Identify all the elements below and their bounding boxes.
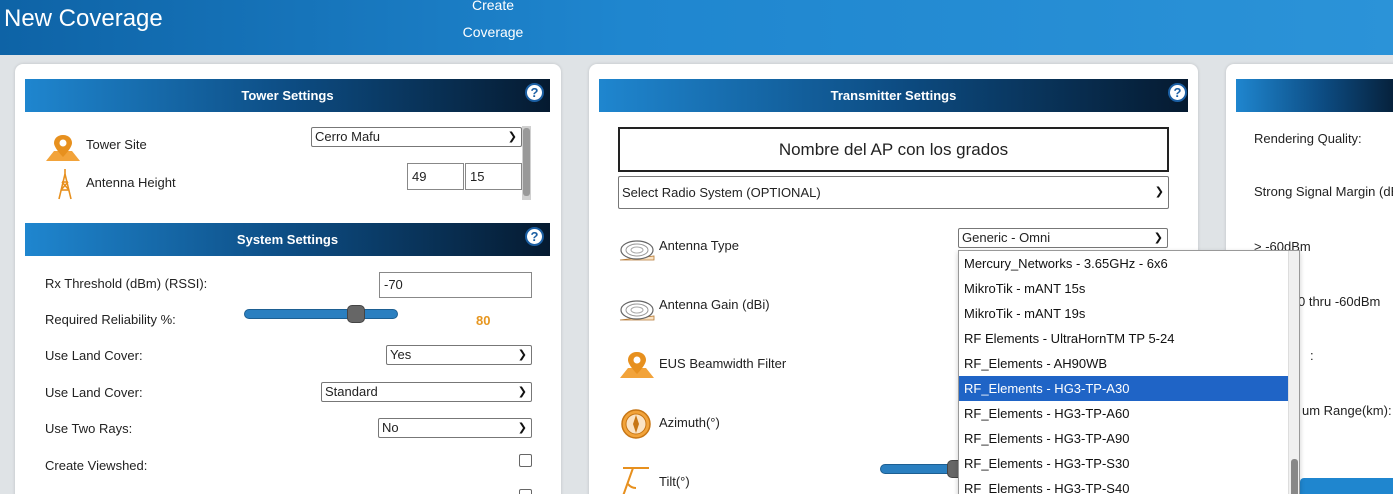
land-cover-value-1: Yes — [390, 347, 412, 362]
location-pin-icon — [620, 352, 654, 378]
two-rays-label: Use Two Rays: — [45, 421, 133, 436]
antenna-dish-icon — [619, 240, 655, 261]
land-cover-select-1[interactable]: Yes ❯ — [386, 345, 532, 365]
help-icon[interactable]: ? — [525, 83, 544, 102]
chevron-down-icon: ❯ — [517, 422, 527, 434]
radio-system-select[interactable]: Select Radio System (OPTIONAL) ❯ — [618, 176, 1169, 209]
antenna-type-value: Generic - Omni — [962, 230, 1051, 245]
antenna-type-select[interactable]: Generic - Omni ❯ — [958, 228, 1168, 248]
antenna-height-label: Antenna Height — [86, 175, 176, 190]
tower-settings-header: Tower Settings ? — [25, 79, 550, 112]
chevron-down-icon: ❯ — [517, 349, 527, 361]
dropdown-option-6[interactable]: RF_Elements - HG3-TP-A60 — [959, 401, 1299, 426]
antenna-height-input-1[interactable]: 49 — [407, 163, 464, 190]
chevron-down-icon: ❯ — [507, 131, 517, 143]
strong-signal-margin-label: Strong Signal Margin (dB — [1254, 184, 1393, 199]
reliability-slider-thumb[interactable] — [347, 305, 365, 323]
antenna-type-label: Antenna Type — [659, 238, 739, 253]
help-icon[interactable]: ? — [525, 227, 544, 246]
land-cover-label-2: Use Land Cover: — [45, 385, 143, 400]
extra-checkbox[interactable] — [519, 489, 532, 494]
tilt-angle-icon — [622, 467, 649, 494]
dropdown-option-2[interactable]: MikroTik - mANT 19s — [959, 301, 1299, 326]
dropdown-option-1[interactable]: MikroTik - mANT 15s — [959, 276, 1299, 301]
land-cover-select-2[interactable]: Standard ❯ — [321, 382, 532, 402]
signal-level-3-label: : — [1310, 348, 1314, 363]
dropdown-scroll-thumb[interactable] — [1291, 459, 1298, 494]
two-rays-select[interactable]: No ❯ — [378, 418, 532, 438]
help-icon[interactable]: ? — [1168, 83, 1187, 102]
antenna-dish-icon — [619, 300, 655, 321]
transmitter-settings-header: Transmitter Settings ? — [599, 79, 1188, 112]
tower-settings-scrollbar[interactable] — [522, 126, 531, 200]
rendering-quality-label: Rendering Quality: — [1254, 131, 1362, 146]
two-rays-value: No — [382, 420, 399, 435]
render-settings-header — [1236, 79, 1393, 112]
land-cover-value-2: Standard — [325, 384, 378, 399]
antenna-height-input-2[interactable]: 15 — [465, 163, 522, 190]
tower-site-label: Tower Site — [86, 137, 147, 152]
dropdown-option-3[interactable]: RF Elements - UltraHornTM TP 5-24 — [959, 326, 1299, 351]
dropdown-option-4[interactable]: RF_Elements - AH90WB — [959, 351, 1299, 376]
chevron-down-icon: ❯ — [1154, 186, 1164, 198]
land-cover-label-1: Use Land Cover: — [45, 348, 143, 363]
maximum-range-label: um Range(km): — [1302, 403, 1392, 418]
beamwidth-label: EUS Beamwidth Filter — [659, 356, 787, 371]
tower-site-value: Cerro Mafu — [315, 129, 381, 144]
antenna-tower-icon — [58, 169, 72, 200]
tower-settings-title: Tower Settings — [241, 88, 334, 103]
system-settings-title: System Settings — [236, 232, 339, 247]
action-button-partial[interactable] — [1300, 478, 1393, 494]
viewshed-checkbox[interactable] — [519, 454, 532, 467]
compass-icon — [621, 409, 651, 439]
signal-level-2-label: 0 thru -60dBm — [1298, 294, 1381, 309]
dropdown-option-5[interactable]: RF_Elements - HG3-TP-A30 — [959, 376, 1299, 401]
viewshed-label: Create Viewshed: — [45, 458, 148, 473]
system-settings-header: System Settings ? — [25, 223, 550, 256]
dropdown-option-8[interactable]: RF_Elements - HG3-TP-S30 — [959, 451, 1299, 476]
top-header: New Coverage Create Coverage — [0, 0, 1393, 55]
tower-site-select[interactable]: Cerro Mafu ❯ — [311, 127, 522, 147]
rx-threshold-input[interactable]: -70 — [379, 272, 532, 298]
reliability-label: Required Reliability %: — [45, 312, 176, 327]
page-title: New Coverage — [4, 5, 163, 32]
chevron-down-icon: ❯ — [517, 386, 527, 398]
antenna-gain-label: Antenna Gain (dBi) — [659, 297, 770, 312]
reliability-slider[interactable] — [244, 309, 398, 319]
rx-threshold-label: Rx Threshold (dBm) (RSSI): — [45, 276, 208, 291]
location-pin-icon — [46, 135, 80, 161]
scroll-thumb[interactable] — [523, 128, 530, 196]
tilt-label: Tilt(°) — [659, 474, 690, 489]
settings-panel-left: Tower Settings ? Tower Site Cerro Mafu ❯… — [15, 64, 561, 494]
dropdown-option-9[interactable]: RF_Elements - HG3-TP-S40 — [959, 476, 1299, 494]
dropdown-option-7[interactable]: RF_Elements - HG3-TP-A90 — [959, 426, 1299, 451]
radio-system-value: Select Radio System (OPTIONAL) — [622, 185, 821, 200]
create-coverage-button[interactable]: Create Coverage — [456, 0, 530, 46]
reliability-value: 80 — [476, 313, 491, 328]
dropdown-option-0[interactable]: Mercury_Networks - 3.65GHz - 6x6 — [959, 251, 1299, 276]
antenna-type-dropdown[interactable]: Mercury_Networks - 3.65GHz - 6x6 MikroTi… — [958, 250, 1300, 494]
transmitter-settings-title: Transmitter Settings — [830, 88, 957, 103]
chevron-down-icon: ❯ — [1153, 232, 1163, 244]
dropdown-scrollbar[interactable] — [1288, 251, 1299, 494]
azimuth-label: Azimuth(°) — [659, 415, 720, 430]
ap-name-field[interactable]: Nombre del AP con los grados — [618, 127, 1169, 172]
